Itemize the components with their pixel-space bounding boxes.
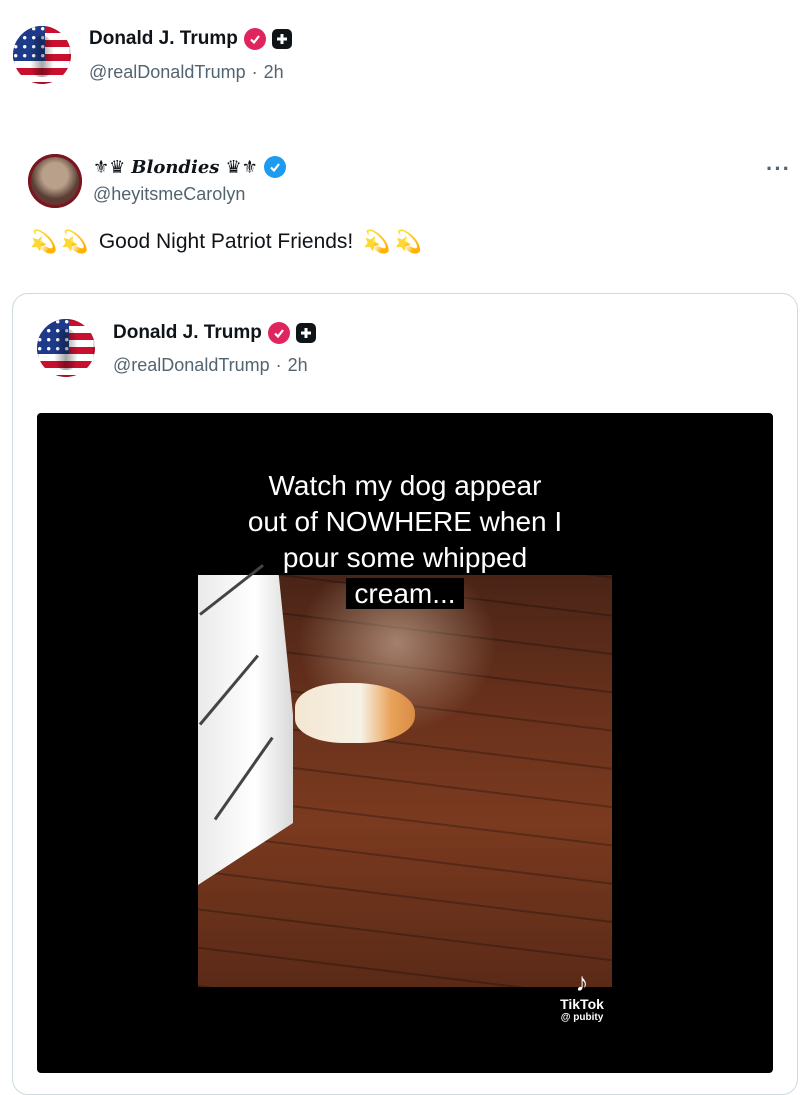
name-decor-left: ⚜♛ (93, 156, 126, 177)
affiliate-badge-icon (295, 323, 316, 343)
tweet-author-name[interactable]: Blondies (131, 157, 219, 178)
author-handle[interactable]: @realDonaldTrump (89, 62, 246, 83)
tweet-text: Good Night Patriot Friends! (98, 230, 354, 253)
caption-line: cream... (346, 578, 464, 609)
tiktok-watermark: ♪ TikTok @ pubity (552, 968, 612, 1023)
verified-badge-icon (267, 322, 290, 344)
affiliate-badge-icon (271, 29, 292, 49)
dizzy-emoji-icon: 💫 (363, 229, 391, 254)
caption-line: Watch my dog appear (260, 470, 550, 501)
verified-badge-icon (243, 28, 266, 50)
post-time[interactable]: 2h (264, 62, 284, 83)
quote-author-avatar[interactable] (37, 319, 95, 377)
tweet-author-handle[interactable]: @heyitsmeCarolyn (93, 184, 245, 204)
quote-post-time[interactable]: 2h (288, 355, 308, 376)
name-decor-right: ♛⚜ (225, 156, 258, 177)
dizzy-emoji-icon: 💫 (394, 229, 423, 254)
quote-author-name[interactable]: Donald J. Trump (113, 322, 262, 344)
caption-line: out of NOWHERE when I (239, 506, 571, 537)
caption-line: pour some whipped (274, 542, 536, 573)
dizzy-emoji-icon: 💫 (30, 229, 58, 254)
watermark-user: @ pubity (560, 1012, 604, 1023)
dog-image (295, 683, 415, 743)
dizzy-emoji-icon: 💫 (61, 229, 89, 254)
separator: · (251, 62, 258, 82)
tiktok-logo-icon: ♪ (575, 967, 589, 997)
author-avatar[interactable] (13, 26, 71, 84)
tweet-author-avatar[interactable] (28, 154, 82, 208)
more-options-icon[interactable]: ··· (766, 156, 791, 182)
verified-badge-icon (263, 156, 286, 178)
video-player[interactable]: Watch my dog appear out of NOWHERE when … (37, 413, 773, 1073)
separator: · (275, 355, 282, 375)
author-name[interactable]: Donald J. Trump (89, 28, 238, 50)
quote-author-handle[interactable]: @realDonaldTrump (113, 355, 270, 376)
watermark-brand: TikTok (560, 996, 604, 1012)
